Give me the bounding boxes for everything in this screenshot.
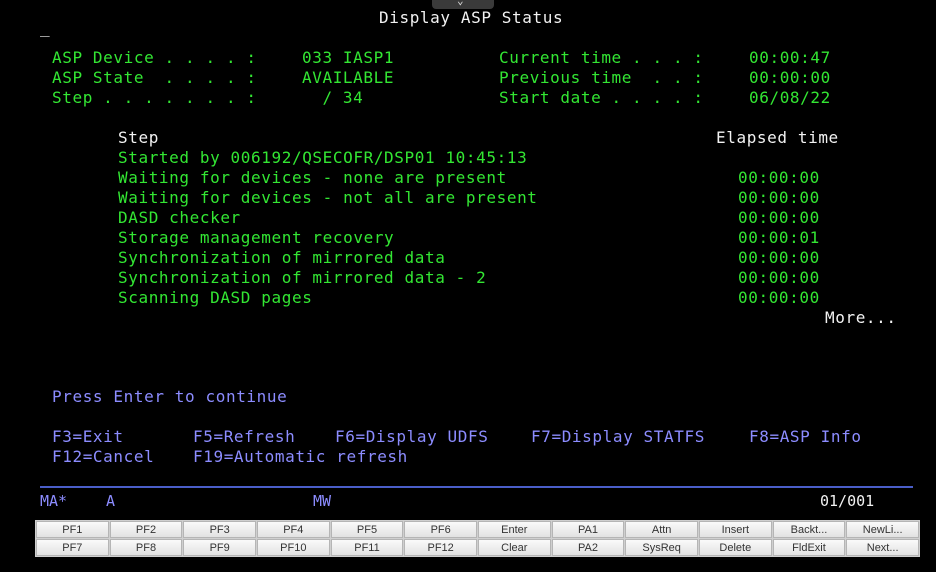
f7-display-statfs-key[interactable]: F7=Display STATFS xyxy=(531,427,705,447)
status-mw: MW xyxy=(313,492,332,510)
started-by-line: Started by 006192/QSECOFR/DSP01 10:45:13 xyxy=(118,148,528,167)
table-row-step: Synchronization of mirrored data xyxy=(118,248,446,267)
step-value: / 34 xyxy=(302,88,364,107)
table-row-step: Scanning DASD pages xyxy=(118,288,313,307)
chevron-down-icon: ⌄ xyxy=(457,0,464,7)
key-pf12[interactable]: PF12 xyxy=(404,539,477,556)
status-separator xyxy=(40,486,913,488)
key-pf4[interactable]: PF4 xyxy=(256,521,330,538)
key-pf9[interactable]: PF9 xyxy=(183,539,256,556)
key-pa2[interactable]: PA2 xyxy=(551,539,625,556)
emulator-keypad: PF1 PF2 PF3 PF4 PF5 PF6 Enter PA1 Attn I… xyxy=(35,520,920,557)
key-pf1[interactable]: PF1 xyxy=(36,521,109,538)
table-row-step: Waiting for devices - not all are presen… xyxy=(118,188,538,207)
key-pf5[interactable]: PF5 xyxy=(330,521,404,538)
asp-state-value: AVAILABLE xyxy=(302,68,395,87)
key-clear[interactable]: Clear xyxy=(477,539,551,556)
cursor-position: 01/001 xyxy=(820,492,875,510)
key-insert[interactable]: Insert xyxy=(698,521,772,538)
table-row-elapsed: 00:00:00 xyxy=(738,268,820,287)
key-delete[interactable]: Delete xyxy=(698,539,772,556)
key-enter[interactable]: Enter xyxy=(477,521,551,538)
table-row-elapsed: 00:00:00 xyxy=(738,248,820,267)
asp-device-label: ASP Device . . . . : xyxy=(52,48,257,67)
more-indicator: More... xyxy=(825,308,897,327)
cursor: _ xyxy=(40,18,51,37)
f5-refresh-key[interactable]: F5=Refresh xyxy=(193,427,295,447)
key-pf7[interactable]: PF7 xyxy=(36,539,109,556)
table-row-step: Synchronization of mirrored data - 2 xyxy=(118,268,487,287)
table-row-step: Storage management recovery xyxy=(118,228,395,247)
column-header-step: Step xyxy=(118,128,159,147)
table-row-step: Waiting for devices - none are present xyxy=(118,168,507,187)
table-row-elapsed: 00:00:00 xyxy=(738,168,820,187)
previous-time-label: Previous time . . : xyxy=(499,68,704,87)
current-time-label: Current time . . . : xyxy=(499,48,704,67)
column-header-elapsed: Elapsed time xyxy=(716,128,839,147)
press-enter-prompt: Press Enter to continue xyxy=(52,387,288,406)
table-row-elapsed: 00:00:00 xyxy=(738,208,820,227)
key-next[interactable]: Next... xyxy=(846,539,919,556)
key-fldexit[interactable]: FldExit xyxy=(772,539,846,556)
table-row-step: DASD checker xyxy=(118,208,241,227)
table-row-elapsed: 00:00:00 xyxy=(738,288,820,307)
step-label: Step . . . . . . . : xyxy=(52,88,257,107)
status-ma: MA* xyxy=(40,492,68,510)
key-attn[interactable]: Attn xyxy=(625,521,698,538)
f3-exit-key[interactable]: F3=Exit xyxy=(52,427,124,447)
page-title: Display ASP Status xyxy=(379,8,564,27)
f6-display-udfs-key[interactable]: F6=Display UDFS xyxy=(335,427,489,447)
key-pf3[interactable]: PF3 xyxy=(183,521,256,538)
current-time-value: 00:00:47 xyxy=(749,48,831,67)
key-pf8[interactable]: PF8 xyxy=(109,539,183,556)
table-row-elapsed: 00:00:00 xyxy=(738,188,820,207)
key-backtab[interactable]: Backt... xyxy=(772,521,846,538)
key-sysreq[interactable]: SysReq xyxy=(625,539,698,556)
f8-asp-info-key[interactable]: F8=ASP Info xyxy=(749,427,862,447)
key-pa1[interactable]: PA1 xyxy=(551,521,625,538)
table-row-elapsed: 00:00:01 xyxy=(738,228,820,247)
key-pf6[interactable]: PF6 xyxy=(404,521,477,538)
status-a: A xyxy=(106,492,116,510)
key-pf11[interactable]: PF11 xyxy=(330,539,404,556)
f19-automatic-refresh-key[interactable]: F19=Automatic refresh xyxy=(193,447,408,467)
f12-cancel-key[interactable]: F12=Cancel xyxy=(52,447,154,467)
key-newline[interactable]: NewLi... xyxy=(846,521,919,538)
asp-state-label: ASP State . . . . : xyxy=(52,68,257,87)
start-date-label: Start date . . . . : xyxy=(499,88,704,107)
key-pf10[interactable]: PF10 xyxy=(256,539,330,556)
previous-time-value: 00:00:00 xyxy=(749,68,831,87)
asp-device-value: 033 IASP1 xyxy=(302,48,395,67)
key-pf2[interactable]: PF2 xyxy=(109,521,183,538)
start-date-value: 06/08/22 xyxy=(749,88,831,107)
